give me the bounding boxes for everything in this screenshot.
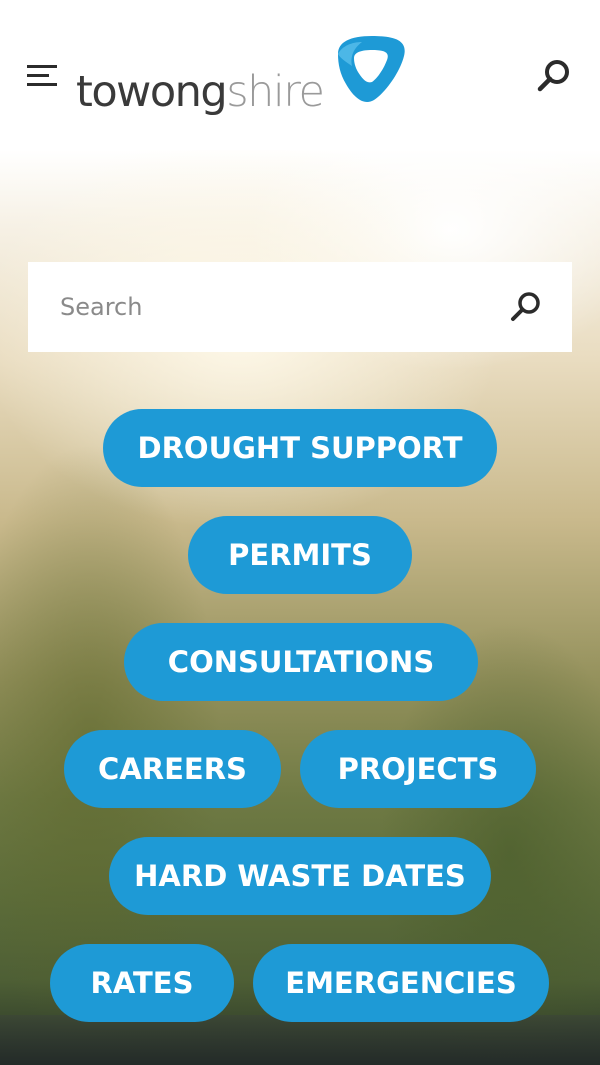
page: towongshire DROUGHT SUPPORT PERMITS CONS — [0, 0, 600, 1065]
hamburger-menu-icon[interactable] — [27, 63, 59, 89]
hard-waste-dates-button[interactable]: HARD WASTE DATES — [109, 837, 491, 915]
magnifier-icon[interactable] — [506, 287, 546, 327]
permits-button[interactable]: PERMITS — [188, 516, 412, 594]
logo-wordmark-part1: towong — [76, 67, 228, 117]
site-header: towongshire — [0, 0, 600, 150]
search-box — [28, 262, 572, 352]
search-input[interactable] — [28, 262, 488, 352]
hero-river — [0, 1015, 600, 1065]
magnifier-icon[interactable] — [534, 56, 574, 96]
consultations-button[interactable]: CONSULTATIONS — [124, 623, 478, 701]
rates-button[interactable]: RATES — [50, 944, 234, 1022]
careers-button[interactable]: CAREERS — [64, 730, 281, 808]
projects-button[interactable]: PROJECTS — [300, 730, 536, 808]
logo-wordmark-part2: shire — [226, 67, 325, 117]
emergencies-button[interactable]: EMERGENCIES — [253, 944, 549, 1022]
logo-wordmark: towongshire — [76, 64, 325, 120]
logo-mark-icon — [338, 36, 405, 103]
site-logo[interactable]: towongshire — [76, 28, 416, 128]
drought-support-button[interactable]: DROUGHT SUPPORT — [103, 409, 497, 487]
